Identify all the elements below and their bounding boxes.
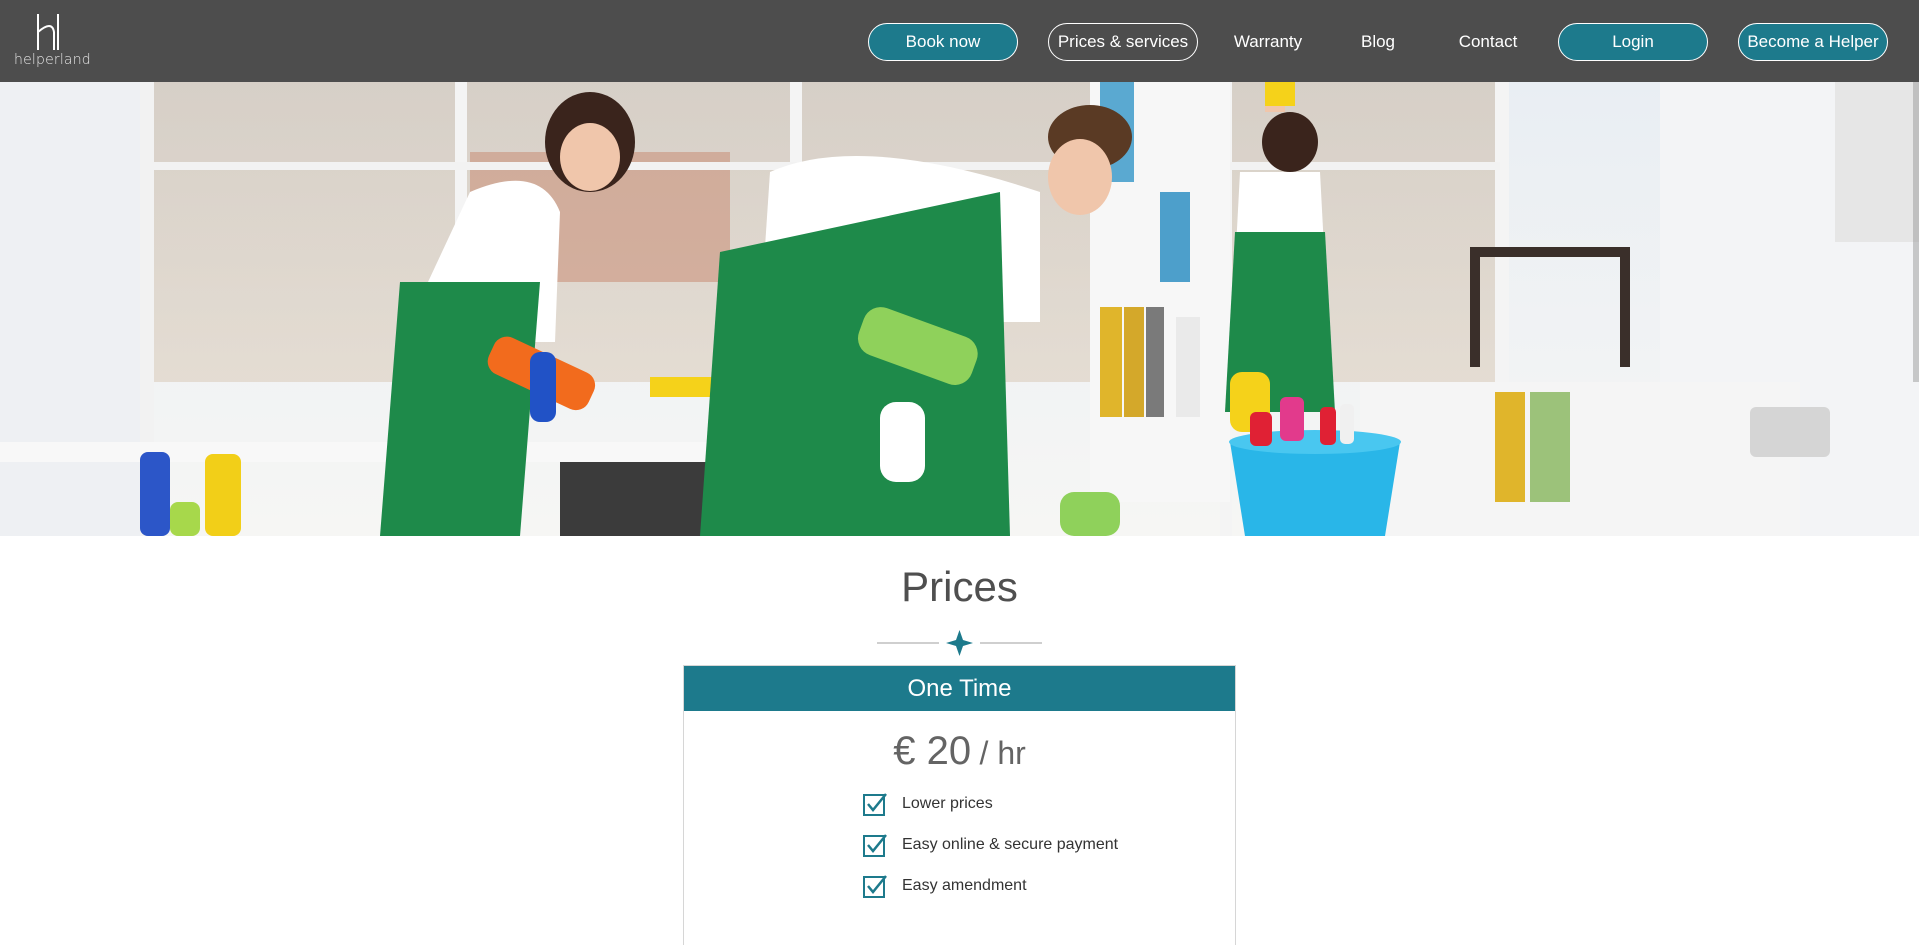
warranty-link[interactable]: Warranty bbox=[1226, 23, 1310, 61]
page: helperland Book now Prices & services Wa… bbox=[0, 0, 1919, 945]
price-unit: / hr bbox=[979, 735, 1026, 771]
checkbox-check-icon bbox=[863, 833, 887, 857]
price-display: € 20 / hr bbox=[684, 729, 1235, 774]
login-button[interactable]: Login bbox=[1558, 23, 1708, 61]
cleaning-team-photo bbox=[0, 82, 1919, 536]
checkbox-check-icon bbox=[863, 874, 887, 898]
feature-text: Easy online & secure payment bbox=[902, 835, 1119, 853]
pricing-card: One Time € 20 / hr Lower prices Easy onl… bbox=[683, 665, 1236, 945]
prices-services-button[interactable]: Prices & services bbox=[1048, 23, 1198, 61]
feature-list: Lower prices Easy online & secure paymen… bbox=[862, 783, 1118, 906]
contact-link[interactable]: Contact bbox=[1448, 23, 1528, 61]
hero-image bbox=[0, 82, 1919, 536]
page-scrollbar[interactable] bbox=[1913, 82, 1919, 382]
star-divider-icon bbox=[877, 630, 1042, 656]
top-nav-bar: helperland Book now Prices & services Wa… bbox=[0, 0, 1919, 82]
book-now-button[interactable]: Book now bbox=[868, 23, 1018, 61]
checkbox-check-icon bbox=[863, 792, 887, 816]
blog-link[interactable]: Blog bbox=[1348, 23, 1408, 61]
price-amount: € 20 bbox=[893, 729, 972, 773]
pricing-card-header: One Time bbox=[684, 666, 1235, 711]
prices-heading: Prices bbox=[901, 563, 1018, 610]
feature-text: Lower prices bbox=[902, 794, 993, 812]
list-item: Easy online & secure payment bbox=[862, 824, 1118, 865]
list-item: Easy amendment bbox=[862, 865, 1118, 906]
become-helper-button[interactable]: Become a Helper bbox=[1738, 23, 1888, 61]
list-item: Lower prices bbox=[862, 783, 1118, 824]
feature-text: Easy amendment bbox=[902, 876, 1027, 894]
brand-name[interactable]: helperland bbox=[14, 52, 91, 68]
